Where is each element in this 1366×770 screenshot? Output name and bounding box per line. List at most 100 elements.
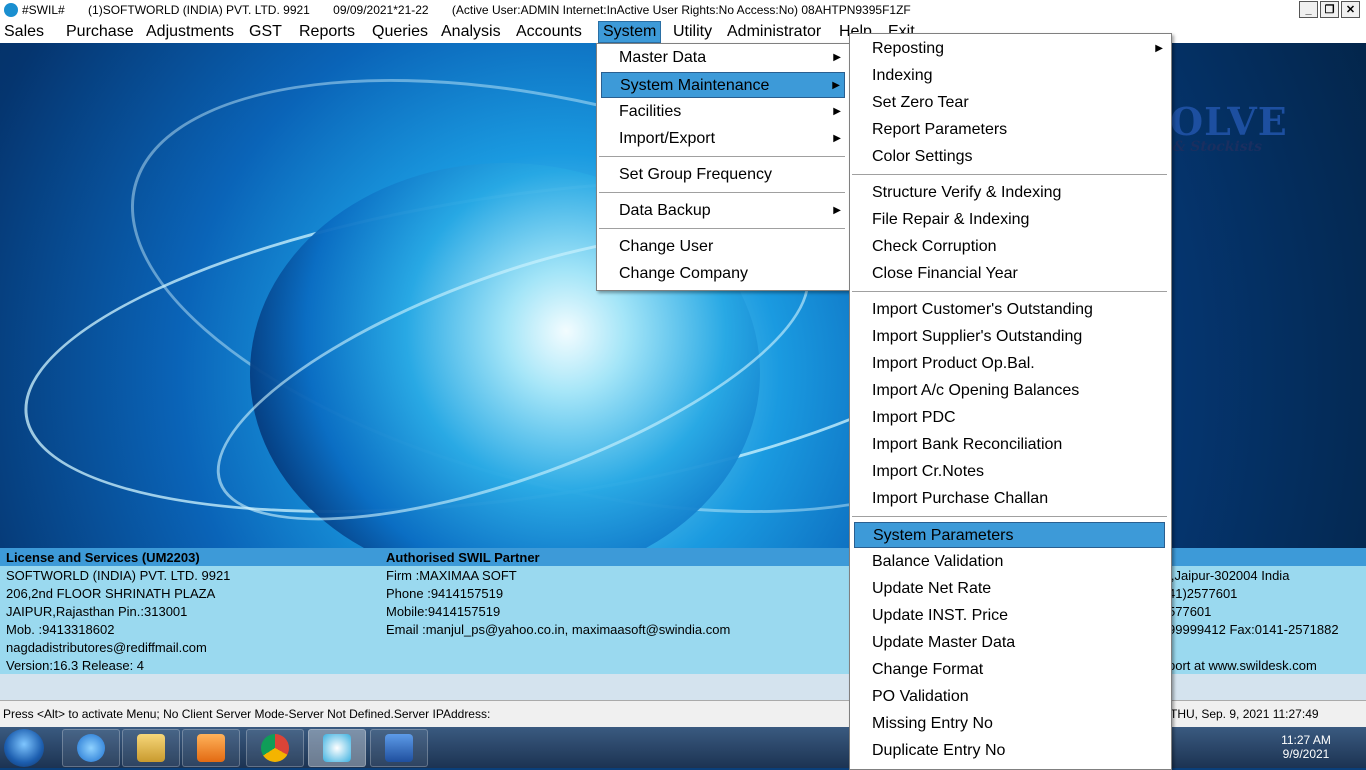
menu-item-label: Report Parameters (872, 121, 1008, 138)
menu-item-label: Update Net Rate (872, 580, 992, 597)
menu-item-label: Import Supplier's Outstanding (872, 328, 1083, 345)
menu-separator (599, 192, 845, 193)
menu-item-label: Change Company (619, 265, 748, 282)
menu-sales[interactable]: Sales (0, 22, 48, 42)
taskbar-chrome[interactable] (246, 729, 304, 767)
menu-queries[interactable]: Queries (368, 22, 432, 42)
menu-item-system-maintenance[interactable]: System Maintenance ▶ (601, 72, 845, 98)
taskbar-media-player[interactable] (182, 729, 240, 767)
menu-item-color-settings[interactable]: Color Settings (854, 144, 1167, 170)
menu-item-import-customer-outstanding[interactable]: Import Customer's Outstanding (854, 297, 1167, 323)
menu-separator (852, 516, 1167, 517)
menu-item-update-master-data[interactable]: Update Master Data (854, 630, 1167, 656)
menu-utility[interactable]: Utility (669, 22, 716, 42)
menu-item-import-export[interactable]: Import/Export ▶ (601, 126, 845, 152)
menu-item-indexing[interactable]: Indexing (854, 63, 1167, 89)
support-line: 99999412 Fax:0141-2571882 (1168, 622, 1339, 637)
menu-item-facilities[interactable]: Facilities ▶ (601, 99, 845, 125)
taskbar-ie[interactable] (62, 729, 120, 767)
menu-analysis[interactable]: Analysis (437, 22, 505, 42)
company-logo-subtitle: s & Stockists (1160, 139, 1262, 155)
menu-item-structure-verify[interactable]: Structure Verify & Indexing (854, 180, 1167, 206)
menu-reports[interactable]: Reports (295, 22, 359, 42)
menu-item-import-bank-reconciliation[interactable]: Import Bank Reconciliation (854, 432, 1167, 458)
menu-item-master-data[interactable]: Master Data ▶ (601, 45, 845, 71)
partner-heading: Authorised SWIL Partner (386, 550, 540, 565)
menu-item-import-cr-notes[interactable]: Import Cr.Notes (854, 459, 1167, 485)
menu-item-label: Close Financial Year (872, 265, 1018, 282)
license-line: JAIPUR,Rajasthan Pin.:313001 (6, 604, 188, 619)
menu-item-change-format[interactable]: Change Format (854, 657, 1167, 683)
status-message: Press <Alt> to activate Menu; No Client … (3, 707, 491, 721)
menu-item-update-inst-price[interactable]: Update INST. Price (854, 603, 1167, 629)
support-line: l,Jaipur-302004 India (1168, 568, 1290, 583)
submenu-arrow-icon: ▶ (832, 80, 840, 91)
menu-item-report-parameters[interactable]: Report Parameters (854, 117, 1167, 143)
submenu-arrow-icon: ▶ (833, 106, 841, 117)
word-icon (385, 734, 413, 762)
menu-item-label: Missing Entry No (872, 715, 993, 732)
menu-item-import-product-op-bal[interactable]: Import Product Op.Bal. (854, 351, 1167, 377)
menu-separator (852, 174, 1167, 175)
close-button[interactable]: ✕ (1341, 1, 1360, 18)
menu-system[interactable]: System (598, 21, 662, 43)
window-controls: _ ❐ ✕ (1299, 1, 1360, 18)
system-menu: Master Data ▶ System Maintenance ▶ Facilit… (596, 43, 850, 291)
menu-purchase[interactable]: Purchase (62, 22, 138, 42)
menu-item-label: System Maintenance (620, 77, 770, 94)
menu-item-import-ac-opening-balances[interactable]: Import A/c Opening Balances (854, 378, 1167, 404)
submenu-arrow-icon: ▶ (833, 52, 841, 63)
title-bar: #SWIL# (1)SOFTWORLD (INDIA) PVT. LTD. 99… (0, 0, 1366, 21)
taskbar-explorer[interactable] (122, 729, 180, 767)
menu-administrator[interactable]: Administrator (723, 22, 825, 42)
menu-item-label: Import Purchase Challan (872, 490, 1049, 507)
menu-adjustments[interactable]: Adjustments (142, 22, 238, 42)
start-button[interactable] (4, 729, 44, 767)
menu-item-missing-entry-no[interactable]: Missing Entry No (854, 711, 1167, 737)
tray-clock[interactable]: 11:27 AM 9/9/2021 (1274, 733, 1338, 761)
menu-item-po-validation[interactable]: PO Validation (854, 684, 1167, 710)
menu-item-reposting[interactable]: Reposting ▶ (854, 36, 1167, 62)
menu-item-import-pdc[interactable]: Import PDC (854, 405, 1167, 431)
menu-item-label: Change Format (872, 661, 984, 678)
partner-info: Authorised SWIL Partner Firm :MAXIMAA SO… (386, 549, 730, 639)
folder-icon (137, 734, 165, 762)
menu-item-label: File Repair & Indexing (872, 211, 1030, 228)
license-line: SOFTWORLD (INDIA) PVT. LTD. 9921 (6, 568, 231, 583)
internet-explorer-icon (77, 734, 105, 762)
menu-item-change-company[interactable]: Change Company (601, 261, 845, 287)
menu-item-update-net-rate[interactable]: Update Net Rate (854, 576, 1167, 602)
partner-line: Firm :MAXIMAA SOFT (386, 568, 517, 583)
menu-item-import-supplier-outstanding[interactable]: Import Supplier's Outstanding (854, 324, 1167, 350)
menu-item-label: Update Master Data (872, 634, 1016, 651)
submenu-arrow-icon: ▶ (833, 133, 841, 144)
menu-item-balance-validation[interactable]: Balance Validation (854, 549, 1167, 575)
menu-item-file-repair[interactable]: File Repair & Indexing (854, 207, 1167, 233)
media-player-icon (197, 734, 225, 762)
support-info: l,Jaipur-302004 India 41)2577601 577601 … (1168, 567, 1339, 675)
menu-item-set-zero-tear[interactable]: Set Zero Tear (854, 90, 1167, 116)
partner-line: Phone :9414157519 (386, 586, 504, 601)
menu-item-set-group-frequency[interactable]: Set Group Frequency (601, 162, 845, 188)
menu-item-label: PO Validation (872, 688, 969, 705)
taskbar-word[interactable] (370, 729, 428, 767)
menu-item-close-financial-year[interactable]: Close Financial Year (854, 261, 1167, 287)
chrome-icon (261, 734, 289, 762)
taskbar-swil[interactable] (308, 729, 366, 767)
menu-separator (599, 228, 845, 229)
menu-item-label: Import Cr.Notes (872, 463, 985, 480)
status-datetime: THU, Sep. 9, 2021 11:27:49 (1170, 707, 1319, 721)
menu-item-check-corruption[interactable]: Check Corruption (854, 234, 1167, 260)
menu-item-system-parameters[interactable]: System Parameters (854, 522, 1165, 548)
restore-button[interactable]: ❐ (1320, 1, 1339, 18)
tray-time: 11:27 AM (1281, 733, 1331, 747)
menu-item-duplicate-entry-no[interactable]: Duplicate Entry No (854, 738, 1167, 764)
swil-app-icon (4, 3, 18, 17)
menu-item-data-backup[interactable]: Data Backup ▶ (601, 198, 845, 224)
menu-item-change-user[interactable]: Change User (601, 234, 845, 260)
minimize-button[interactable]: _ (1299, 1, 1318, 18)
menu-item-import-purchase-challan[interactable]: Import Purchase Challan (854, 486, 1167, 512)
menu-accounts[interactable]: Accounts (512, 22, 586, 42)
menu-gst[interactable]: GST (245, 22, 286, 42)
menu-separator (599, 156, 845, 157)
